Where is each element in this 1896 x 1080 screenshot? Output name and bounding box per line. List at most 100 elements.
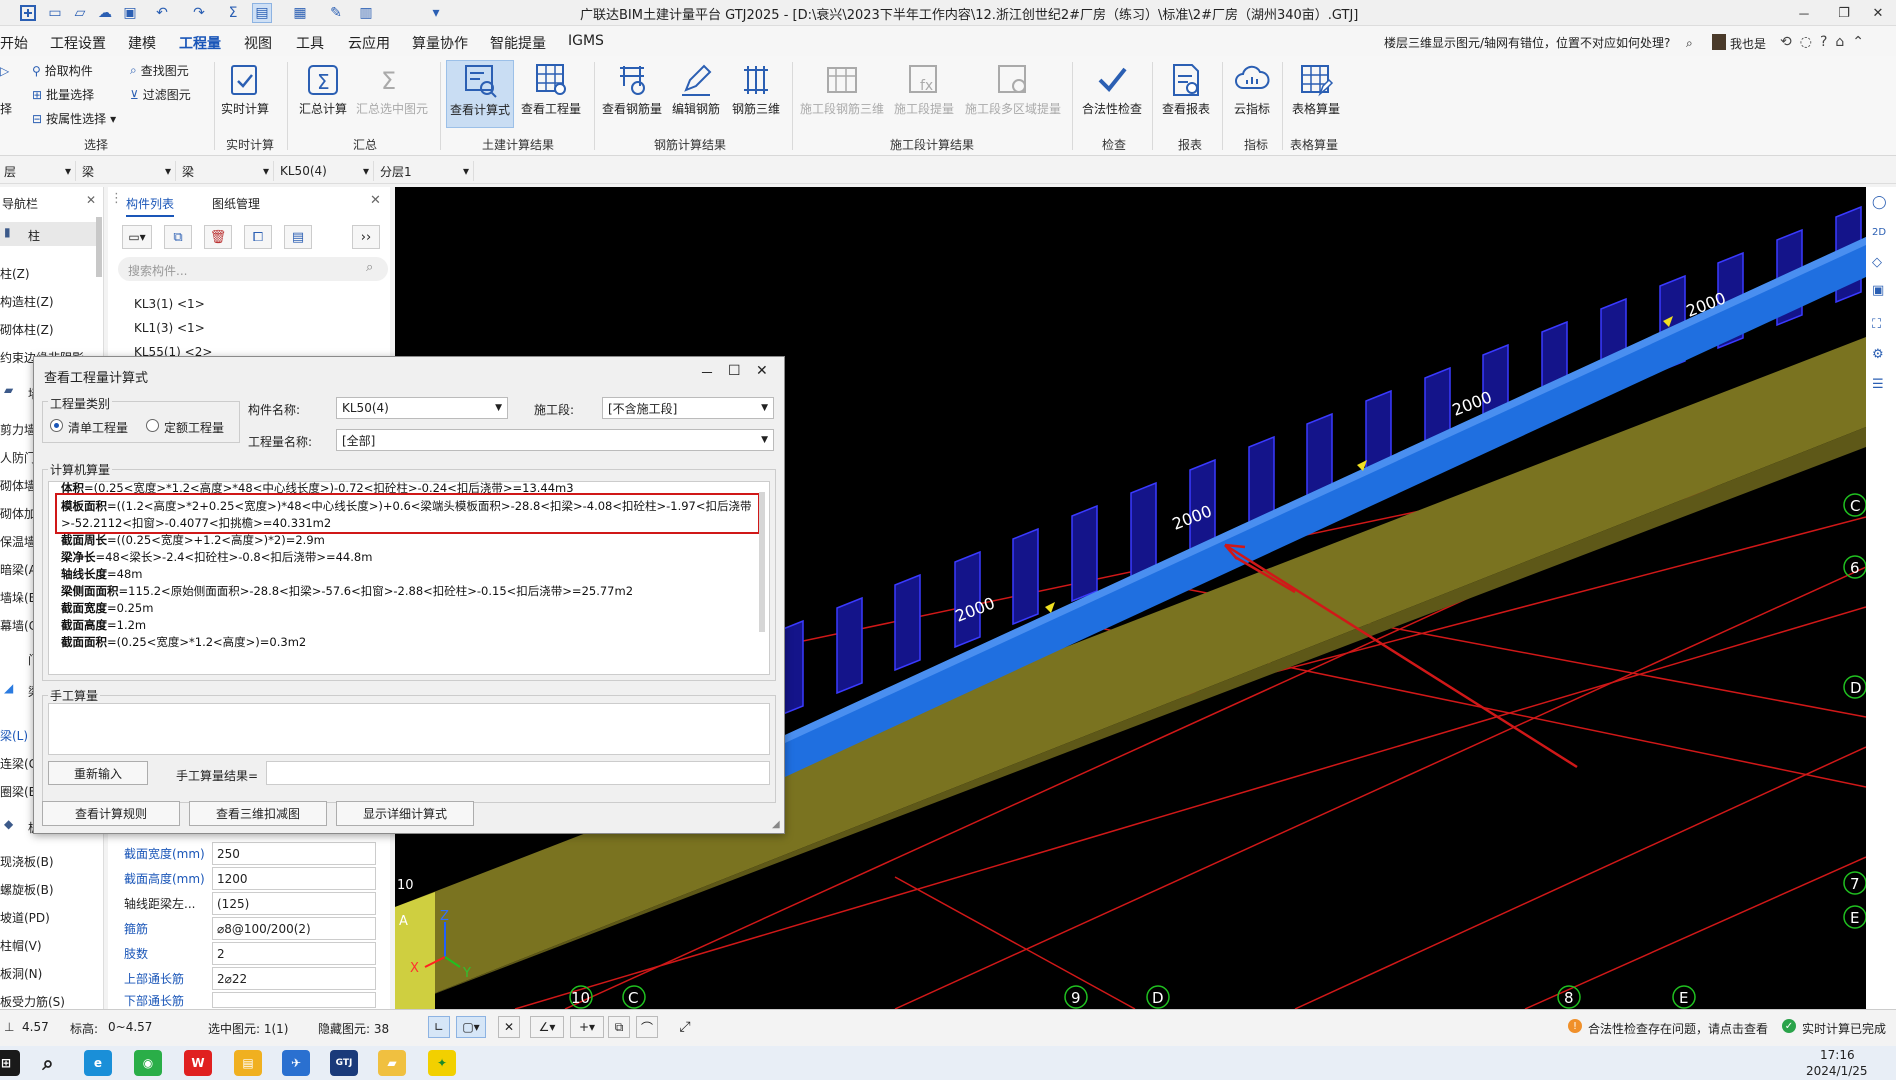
nav-item-beam-selected[interactable]: 梁(L) [0, 727, 28, 744]
radio-quota-qty-label[interactable]: 定额工程量 [164, 419, 224, 436]
show-detail-button[interactable]: 显示详细计算式 [336, 801, 474, 826]
comp-name-select[interactable]: KL50(4) ▼ [336, 397, 508, 419]
cloud-index-button[interactable]: 云指标 [1228, 60, 1276, 117]
draw-icon[interactable]: ✎ [326, 3, 346, 23]
help-question[interactable]: 楼层三维显示图元/轴网有错位，位置不对应如何处理? [1384, 34, 1694, 52]
find-element-button[interactable]: ⌕ 查找图元 [130, 62, 189, 79]
list-item[interactable]: KL1(3) <1> [134, 321, 205, 335]
layer-dropdown[interactable]: 分层1 ▾ [376, 161, 474, 181]
nav-item[interactable]: 砌体墙 [0, 477, 36, 494]
prop-row[interactable]: 箍筋 ⌀8@100/200(2) [124, 917, 376, 940]
attr-select-button[interactable]: ⊟ 按属性选择 ▾ [32, 110, 116, 127]
arc-icon[interactable]: ⌒ [636, 1016, 658, 1038]
nav-group-column[interactable] [0, 222, 96, 246]
manual-result-field[interactable] [266, 761, 770, 785]
menu-start[interactable]: 开始 [0, 33, 28, 53]
help-tools-icons[interactable]: ⟲◌?⌂⌃ [1780, 34, 1872, 50]
view-3d-icon[interactable]: ◇ [1872, 255, 1882, 270]
cross-select-icon[interactable]: ✕ [498, 1016, 520, 1038]
fullscreen-icon[interactable]: ⤢ [674, 1016, 696, 1038]
new-component-icon[interactable]: ▭▾ [122, 225, 152, 249]
wechat-icon[interactable]: ◉ [134, 1050, 162, 1076]
nav-item[interactable]: 剪力墙 [0, 421, 36, 438]
manual-qty-textarea[interactable] [48, 703, 770, 755]
angle-snap-icon[interactable]: ∠▾ [530, 1016, 564, 1038]
stage-qty-button[interactable]: fx 施工段提量 [888, 60, 960, 117]
nav-item-col-group[interactable]: 柱 [28, 227, 40, 244]
summary-calc-button[interactable]: Σ 汇总计算 [294, 60, 352, 117]
realtime-calc-button[interactable]: 实时计算 [218, 60, 272, 117]
rebar-3d-button[interactable]: 钢筋三维 [728, 60, 784, 117]
view-settings-icon[interactable]: ⚙ [1872, 347, 1884, 362]
open-folder-icon[interactable]: ▱ [70, 3, 90, 23]
summary-selected-button[interactable]: Σ 汇总选中图元 [354, 60, 430, 117]
view-rotate-icon[interactable]: ◯ [1872, 195, 1887, 210]
wps-icon[interactable]: W [184, 1050, 212, 1076]
copy-view-icon[interactable]: ⧉ [608, 1016, 630, 1038]
nav-item[interactable]: 螺旋板(B) [0, 881, 54, 898]
nav-item[interactable]: 柱(Z) [0, 265, 30, 282]
rebar-icon[interactable]: ▥ [356, 3, 376, 23]
dialog-minimize-icon[interactable]: － [700, 363, 714, 383]
nav-item[interactable]: 暗梁(A [0, 561, 37, 578]
prop-row[interactable]: 截面宽度(mm) 250 [124, 842, 376, 865]
stage-rebar-3d-button[interactable]: 施工段钢筋三维 [798, 60, 886, 117]
dialog-maximize-icon[interactable]: ☐ [728, 363, 741, 379]
nav-item[interactable]: 柱帽(V) [0, 937, 42, 954]
grid-icon[interactable]: ▦ [290, 3, 310, 23]
formula-icon[interactable]: Σ [223, 3, 243, 23]
delete-icon[interactable]: 🗑 [204, 225, 232, 249]
folder-icon[interactable]: ▰ [378, 1050, 406, 1076]
snap-point-icon[interactable]: +▾ [570, 1016, 604, 1038]
prop-row[interactable]: 上部通长筋 2⌀22 [124, 967, 376, 990]
view-3d-deduction-button[interactable]: 查看三维扣减图 [189, 801, 327, 826]
view-rebar-button[interactable]: 查看钢筋量 [600, 60, 664, 117]
close-button[interactable]: ✕ [1858, 0, 1896, 26]
menu-cloud[interactable]: 云应用 [348, 33, 390, 53]
prop-row[interactable]: 下部通长筋 [124, 992, 376, 1008]
batch-select-button[interactable]: ⊞ 批量选择 [32, 86, 94, 103]
tab-drawing-management[interactable]: 图纸管理 [212, 195, 260, 212]
view-formula-button[interactable]: 查看计算式 [446, 60, 514, 128]
search-input[interactable]: 搜索构件... ⌕ [118, 257, 388, 281]
avatar[interactable] [1712, 34, 1726, 50]
prop-row[interactable]: 轴线距梁左... (125) [124, 892, 376, 915]
menu-collab[interactable]: 算量协作 [412, 33, 468, 53]
menu-modeling[interactable]: 建模 [128, 33, 156, 53]
nav-item[interactable]: 板受力筋(S) [0, 993, 65, 1010]
minimize-button[interactable]: － [1784, 0, 1824, 26]
tab-component-list[interactable]: 构件列表 [126, 195, 175, 217]
floor-dropdown[interactable]: 层 ▾ [0, 161, 76, 181]
floor-copy-icon[interactable]: ▤ [284, 225, 312, 249]
nav-item[interactable]: 圈梁(E [0, 783, 36, 800]
ortho-toggle-icon[interactable]: ∟ [428, 1016, 450, 1038]
nav-item[interactable]: 构造柱(Z) [0, 293, 54, 310]
copy-icon[interactable]: ⧉ [164, 225, 192, 249]
prop-row[interactable]: 肢数 2 [124, 942, 376, 965]
view-formula-quick-icon[interactable]: ▤ [252, 3, 272, 23]
subtype-dropdown[interactable]: 梁 ▾ [178, 161, 274, 181]
select-arrow-icon[interactable]: ▷ [0, 64, 9, 78]
notes-icon[interactable]: ▤ [234, 1050, 262, 1076]
view-cube-icon[interactable]: ▣ [1872, 283, 1884, 298]
select-button-partial[interactable]: 择 [0, 100, 12, 117]
nav-item[interactable]: 保温墙 [0, 533, 36, 550]
legality-status-link[interactable]: 合法性检查存在问题，请点击查看 [1588, 1020, 1768, 1037]
nav-item[interactable]: 砌体加 [0, 505, 36, 522]
radio-list-qty-label[interactable]: 清单工程量 [68, 419, 128, 436]
help-search-icon[interactable]: ⌕ [1686, 36, 1693, 51]
qty-name-select[interactable]: [全部] ▼ [336, 429, 774, 451]
nav-item[interactable]: 坡道(PD) [0, 909, 50, 926]
menu-tools[interactable]: 工具 [296, 33, 324, 53]
more-tools-icon[interactable]: ›› [352, 225, 380, 249]
undo-icon[interactable]: ↶ [152, 3, 172, 23]
app-icon[interactable]: ✦ [428, 1050, 456, 1076]
dialog-close-icon[interactable]: ✕ [756, 363, 768, 379]
menu-view[interactable]: 视图 [244, 33, 272, 53]
table-qty-button[interactable]: 表格算量 [1288, 60, 1344, 117]
menu-quantity[interactable]: 工程量 [179, 33, 221, 58]
type-dropdown[interactable]: 梁 ▾ [78, 161, 176, 181]
nav-item[interactable]: 现浇板(B) [0, 853, 54, 870]
drag-handle-icon[interactable]: ⋮ [110, 191, 123, 206]
edit-rebar-button[interactable]: 编辑钢筋 [668, 60, 724, 117]
